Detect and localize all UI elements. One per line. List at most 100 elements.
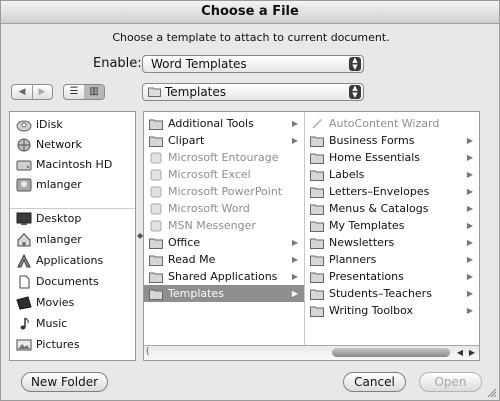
view-mode-buttons: ☰ ▥ <box>63 84 105 100</box>
browser-item-label: Microsoft Entourage <box>168 151 279 164</box>
disclosure-arrow-icon: ▶ <box>466 187 473 196</box>
scrollbar-thumb[interactable] <box>332 348 450 357</box>
sidebar-item-movies[interactable]: Movies <box>16 294 74 312</box>
column-1-item[interactable]: Read Me ▶ <box>144 251 304 268</box>
popup-arrows-icon: ▲ ▼ <box>349 57 361 71</box>
enable-popup-value: Word Templates <box>151 57 247 71</box>
app-icon <box>150 152 162 164</box>
scroll-left-arrow-icon[interactable]: ◀ <box>457 346 463 360</box>
disclosure-arrow-icon: ▶ <box>466 221 473 230</box>
column-view-button[interactable]: ▥ <box>84 85 104 99</box>
column-2-item[interactable]: My Templates ▶ <box>305 217 479 234</box>
resize-grip-icon[interactable] <box>487 388 497 398</box>
column-2-item[interactable]: Letters–Envelopes ▶ <box>305 183 479 200</box>
column-1-item[interactable]: Office ▶ <box>144 234 304 251</box>
folder-icon <box>310 136 324 147</box>
sidebar-item-label: Macintosh HD <box>36 158 113 171</box>
column-1-item[interactable]: Additional Tools ▶ <box>144 115 304 132</box>
column-2-item[interactable]: AutoContent Wizard <box>305 115 479 132</box>
sidebar-item-documents[interactable]: Documents <box>16 273 99 291</box>
sidebar-item-network[interactable]: Network <box>16 136 82 154</box>
column-2-item[interactable]: Newsletters ▶ <box>305 234 479 251</box>
column-1-item[interactable]: Microsoft Word <box>144 200 304 217</box>
folder-icon <box>149 272 163 283</box>
home-icon <box>17 233 31 247</box>
column-1-item[interactable]: Templates ▶ <box>144 285 304 302</box>
folder-icon <box>149 255 163 266</box>
enable-label: Enable: <box>93 56 142 71</box>
folder-icon <box>310 306 324 317</box>
folder-icon <box>310 204 324 215</box>
pictures-icon <box>16 339 32 351</box>
browser-column-1: Additional Tools ▶ Clipart ▶ Microsoft Entou… <box>144 112 305 346</box>
disclosure-arrow-icon: ▶ <box>466 306 473 315</box>
path-popup[interactable]: Templates ▲ ▼ <box>142 83 364 101</box>
window-title: Choose a File <box>1 1 499 24</box>
browser-item-label: Clipart <box>168 134 205 147</box>
sidebar-item-idisk[interactable]: iDisk <box>16 116 63 134</box>
browser-item-label: Read Me <box>168 253 216 266</box>
sidebar-item-pictures[interactable]: Pictures <box>16 336 80 354</box>
disclosure-arrow-icon: ▶ <box>291 119 298 128</box>
column-1-item[interactable]: Clipart ▶ <box>144 132 304 149</box>
column-2-item[interactable]: Writing Toolbox ▶ <box>305 302 479 319</box>
column-1-item[interactable]: Microsoft Entourage <box>144 149 304 166</box>
choose-file-dialog: Choose a File Choose a template to attac… <box>0 0 500 401</box>
column-2-item[interactable]: Business Forms ▶ <box>305 132 479 149</box>
column-2-item[interactable]: Planners ▶ <box>305 251 479 268</box>
browser-item-label: Office <box>168 236 201 249</box>
column-2-item[interactable]: Home Essentials ▶ <box>305 149 479 166</box>
sidebar-item-music[interactable]: Music <box>16 315 67 333</box>
applications-icon <box>17 254 31 268</box>
column-1-item[interactable]: MSN Messenger <box>144 217 304 234</box>
sidebar-item-applications[interactable]: Applications <box>16 252 103 270</box>
movies-icon <box>16 296 32 310</box>
sidebar-item-label: Applications <box>36 254 104 267</box>
network-icon <box>17 138 31 152</box>
column-2-item[interactable]: Menus & Catalogs ▶ <box>305 200 479 217</box>
browser-item-label: Students–Teachers <box>329 287 432 300</box>
folder-icon <box>310 221 324 232</box>
browser-item-label: Home Essentials <box>329 151 421 164</box>
folder-icon <box>149 289 163 300</box>
sidebar-item-macintosh-hd[interactable]: Macintosh HD <box>16 156 112 174</box>
app-icon <box>150 186 162 198</box>
disclosure-arrow-icon: ▶ <box>291 289 298 298</box>
disclosure-arrow-icon: ▶ <box>466 255 473 264</box>
new-folder-button[interactable]: New Folder <box>21 372 108 392</box>
sidebar-item-label: Movies <box>36 296 75 309</box>
list-view-button[interactable]: ☰ <box>64 85 85 99</box>
scroll-right-arrow-icon[interactable]: ▶ <box>469 346 475 360</box>
forward-button[interactable]: ▶ <box>32 85 52 99</box>
column-1-item[interactable]: Shared Applications ▶ <box>144 268 304 285</box>
disclosure-arrow-icon: ▶ <box>466 170 473 179</box>
browser-item-label: My Templates <box>329 219 405 232</box>
browser-item-label: Microsoft Excel <box>168 168 251 181</box>
column-1-item[interactable]: Microsoft Excel <box>144 166 304 183</box>
navigation-buttons: ◀ ▶ <box>11 84 53 100</box>
folder-icon <box>310 170 324 181</box>
browser-item-label: Labels <box>329 168 365 181</box>
sidebar-item-label: Desktop <box>36 212 82 225</box>
disclosure-arrow-icon: ▶ <box>466 238 473 247</box>
app-icon <box>150 169 162 181</box>
back-button[interactable]: ◀ <box>12 85 33 99</box>
open-button[interactable]: Open <box>419 372 482 392</box>
browser-item-label: Additional Tools <box>168 117 254 130</box>
sidebar-item-desktop[interactable]: Desktop <box>16 210 81 228</box>
horizontal-scrollbar[interactable]: ( ◀ ▶ <box>144 345 479 360</box>
sidebar-item-label: Network <box>36 138 82 151</box>
column-2-item[interactable]: Presentations ▶ <box>305 268 479 285</box>
dialog-prompt: Choose a template to attach to current d… <box>112 31 390 44</box>
cancel-button[interactable]: Cancel <box>343 372 406 392</box>
sidebar-item-mlanger-home[interactable]: mlanger <box>16 231 82 249</box>
disclosure-arrow-icon: ▶ <box>466 204 473 213</box>
column-2-item[interactable]: Labels ▶ <box>305 166 479 183</box>
sidebar-item-label: Documents <box>36 275 99 288</box>
column-1-item[interactable]: Microsoft PowerPoint <box>144 183 304 200</box>
scrollbar-left-cap: ( <box>146 347 150 357</box>
enable-popup[interactable]: Word Templates ▲ ▼ <box>142 55 364 73</box>
disclosure-arrow-icon: ▶ <box>466 289 473 298</box>
column-2-item[interactable]: Students–Teachers ▶ <box>305 285 479 302</box>
sidebar-item-mlanger-device[interactable]: mlanger <box>16 176 82 194</box>
